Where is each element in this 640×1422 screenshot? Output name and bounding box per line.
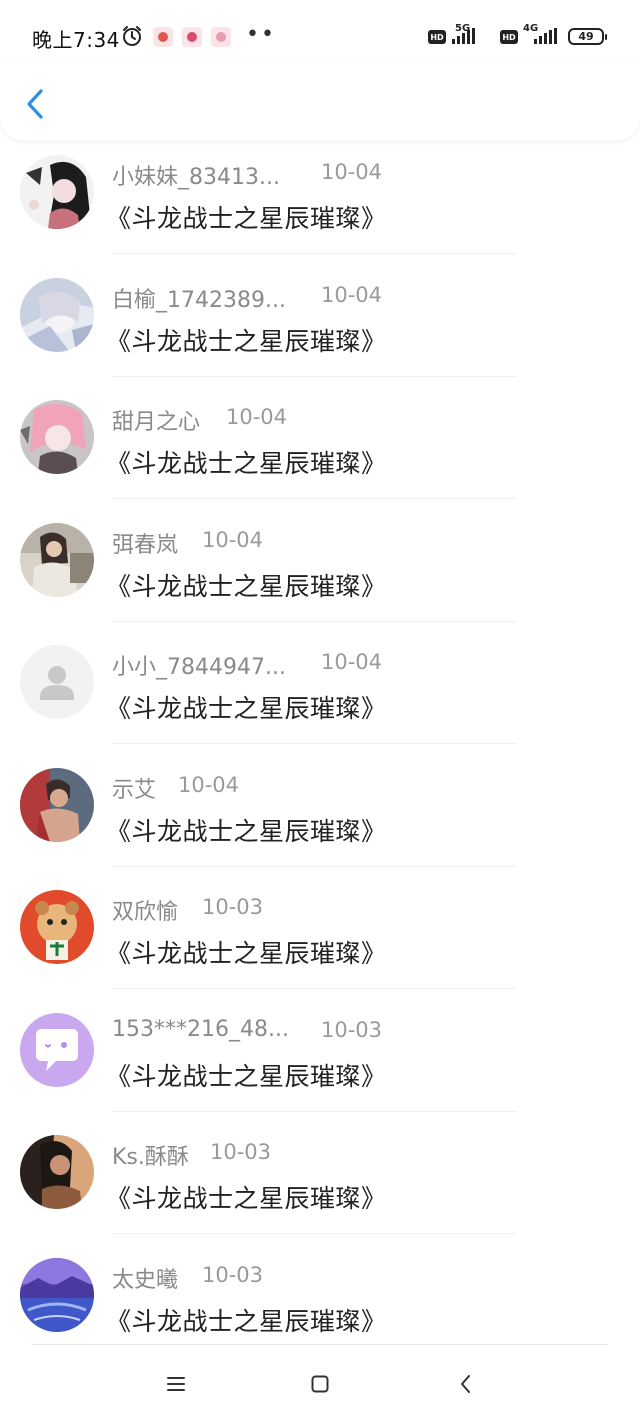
username[interactable]: 双欣愉 xyxy=(112,894,178,926)
username[interactable]: 甜月之心 xyxy=(112,404,200,436)
user-placeholder-icon xyxy=(20,645,94,719)
username[interactable]: 153***216_48... xyxy=(112,1017,289,1042)
default-avatar[interactable] xyxy=(20,645,94,719)
back-button[interactable] xyxy=(18,84,52,124)
username[interactable]: 小妹妹_83413... xyxy=(112,159,280,191)
list-item[interactable]: 白榆_1742389... 10-04 《斗龙战士之星辰璀璨》 xyxy=(0,263,640,386)
comment-date: 10-03 xyxy=(210,1140,272,1164)
header-bar xyxy=(0,58,640,140)
avatar[interactable] xyxy=(20,277,94,352)
list-item[interactable]: 甜月之心 10-04 《斗龙战士之星辰璀璨》 xyxy=(0,385,640,508)
row-divider xyxy=(112,253,516,254)
avatar[interactable] xyxy=(20,1012,94,1087)
username[interactable]: 白榆_1742389... xyxy=(112,282,286,314)
comment-text: 《斗龙战士之星辰璀璨》 xyxy=(106,1306,387,1336)
signal-bars-icon xyxy=(534,28,557,44)
avatar[interactable] xyxy=(20,890,94,964)
comment-text: 《斗龙战士之星辰璀璨》 xyxy=(106,449,387,478)
list-item[interactable]: 小妹妹_83413... 10-04 《斗龙战士之星辰璀璨》 xyxy=(0,140,640,263)
list-item[interactable]: 弭春岚 10-04 《斗龙战士之星辰璀璨》 xyxy=(0,508,640,631)
home-square-icon xyxy=(311,1375,329,1393)
comment-text: 《斗龙战士之星辰璀璨》 xyxy=(106,939,387,968)
username[interactable]: 示艾 xyxy=(112,772,156,804)
username[interactable]: Ks.酥酥 xyxy=(112,1139,189,1171)
comment-date: 10-04 xyxy=(321,650,383,674)
comment-date: 10-04 xyxy=(226,405,288,429)
comment-date: 10-04 xyxy=(321,282,383,307)
avatar[interactable] xyxy=(20,400,94,474)
chevron-left-icon xyxy=(27,89,43,119)
comment-date: 10-03 xyxy=(321,1017,383,1042)
avatar[interactable] xyxy=(20,1257,94,1332)
list-item[interactable]: Ks.酥酥 10-03 《斗龙战士之星辰璀璨》 xyxy=(0,1120,640,1243)
hd-badge: HD xyxy=(428,30,446,44)
comment-text: 《斗龙战士之星辰璀璨》 xyxy=(106,1061,387,1091)
comment-text: 《斗龙战士之星辰璀璨》 xyxy=(106,571,387,601)
comment-text: 《斗龙战士之星辰璀璨》 xyxy=(106,816,387,846)
avatar[interactable] xyxy=(20,767,94,842)
comment-text: 《斗龙战士之星辰璀璨》 xyxy=(106,204,387,233)
avatar[interactable] xyxy=(20,522,94,597)
comment-date: 10-03 xyxy=(202,895,264,919)
comment-text: 《斗龙战士之星辰璀璨》 xyxy=(106,694,387,723)
comment-text: 《斗龙战士之星辰璀璨》 xyxy=(106,1184,387,1213)
comment-text: 《斗龙战士之星辰璀璨》 xyxy=(106,326,387,356)
row-divider xyxy=(112,620,516,622)
row-divider xyxy=(112,1233,516,1234)
comment-date: 10-04 xyxy=(202,527,264,552)
battery-icon: 49 xyxy=(568,28,607,45)
status-time: 晚上7:34 xyxy=(32,28,120,52)
signal-5g: HD 5G xyxy=(428,23,496,48)
list-item[interactable]: 双欣愉 10-03 《斗龙战士之星辰璀璨》 xyxy=(0,875,640,998)
comment-date: 10-04 xyxy=(178,772,240,797)
back-chevron-icon xyxy=(461,1375,470,1393)
menu-button[interactable] xyxy=(156,1366,196,1402)
signal-4g: HD 4G xyxy=(500,23,568,48)
chat-bubble-icon xyxy=(20,1012,94,1087)
comment-date: 10-04 xyxy=(321,160,383,184)
row-divider xyxy=(112,498,516,499)
notification-app-icon xyxy=(182,27,202,47)
more-notifications-icon: •• xyxy=(246,22,276,47)
username[interactable]: 弭春岚 xyxy=(112,527,178,559)
hd-badge: HD xyxy=(500,30,518,44)
username[interactable]: 太史曦 xyxy=(112,1262,178,1294)
bottom-divider xyxy=(32,1344,608,1345)
menu-icon xyxy=(167,1377,185,1391)
list-item[interactable]: 153***216_48... 10-03 《斗龙战士之星辰璀璨》 xyxy=(0,998,640,1121)
row-divider xyxy=(112,375,516,377)
signal-bars-icon xyxy=(452,28,475,44)
row-divider xyxy=(112,988,516,989)
avatar[interactable] xyxy=(20,1135,94,1209)
system-back-button[interactable] xyxy=(446,1366,486,1402)
list-item[interactable]: 小小_7844947... 10-04 《斗龙战士之星辰璀璨》 xyxy=(0,630,640,753)
notification-app-icon xyxy=(211,27,231,47)
notification-app-icon xyxy=(153,27,173,47)
username[interactable]: 小小_7844947... xyxy=(112,649,286,681)
home-button[interactable] xyxy=(300,1366,340,1402)
comment-list: 小妹妹_83413... 10-04 《斗龙战士之星辰璀璨》 白榆_174238… xyxy=(0,140,640,1365)
list-item[interactable]: 太史曦 10-03 《斗龙战士之星辰璀璨》 xyxy=(0,1243,640,1366)
row-divider xyxy=(112,865,516,867)
list-item[interactable]: 示艾 10-04 《斗龙战士之星辰璀璨》 xyxy=(0,753,640,876)
comment-date: 10-03 xyxy=(202,1262,264,1287)
alarm-clock-icon xyxy=(123,26,141,46)
row-divider xyxy=(112,1110,516,1112)
avatar[interactable] xyxy=(20,155,94,229)
row-divider xyxy=(112,743,516,744)
